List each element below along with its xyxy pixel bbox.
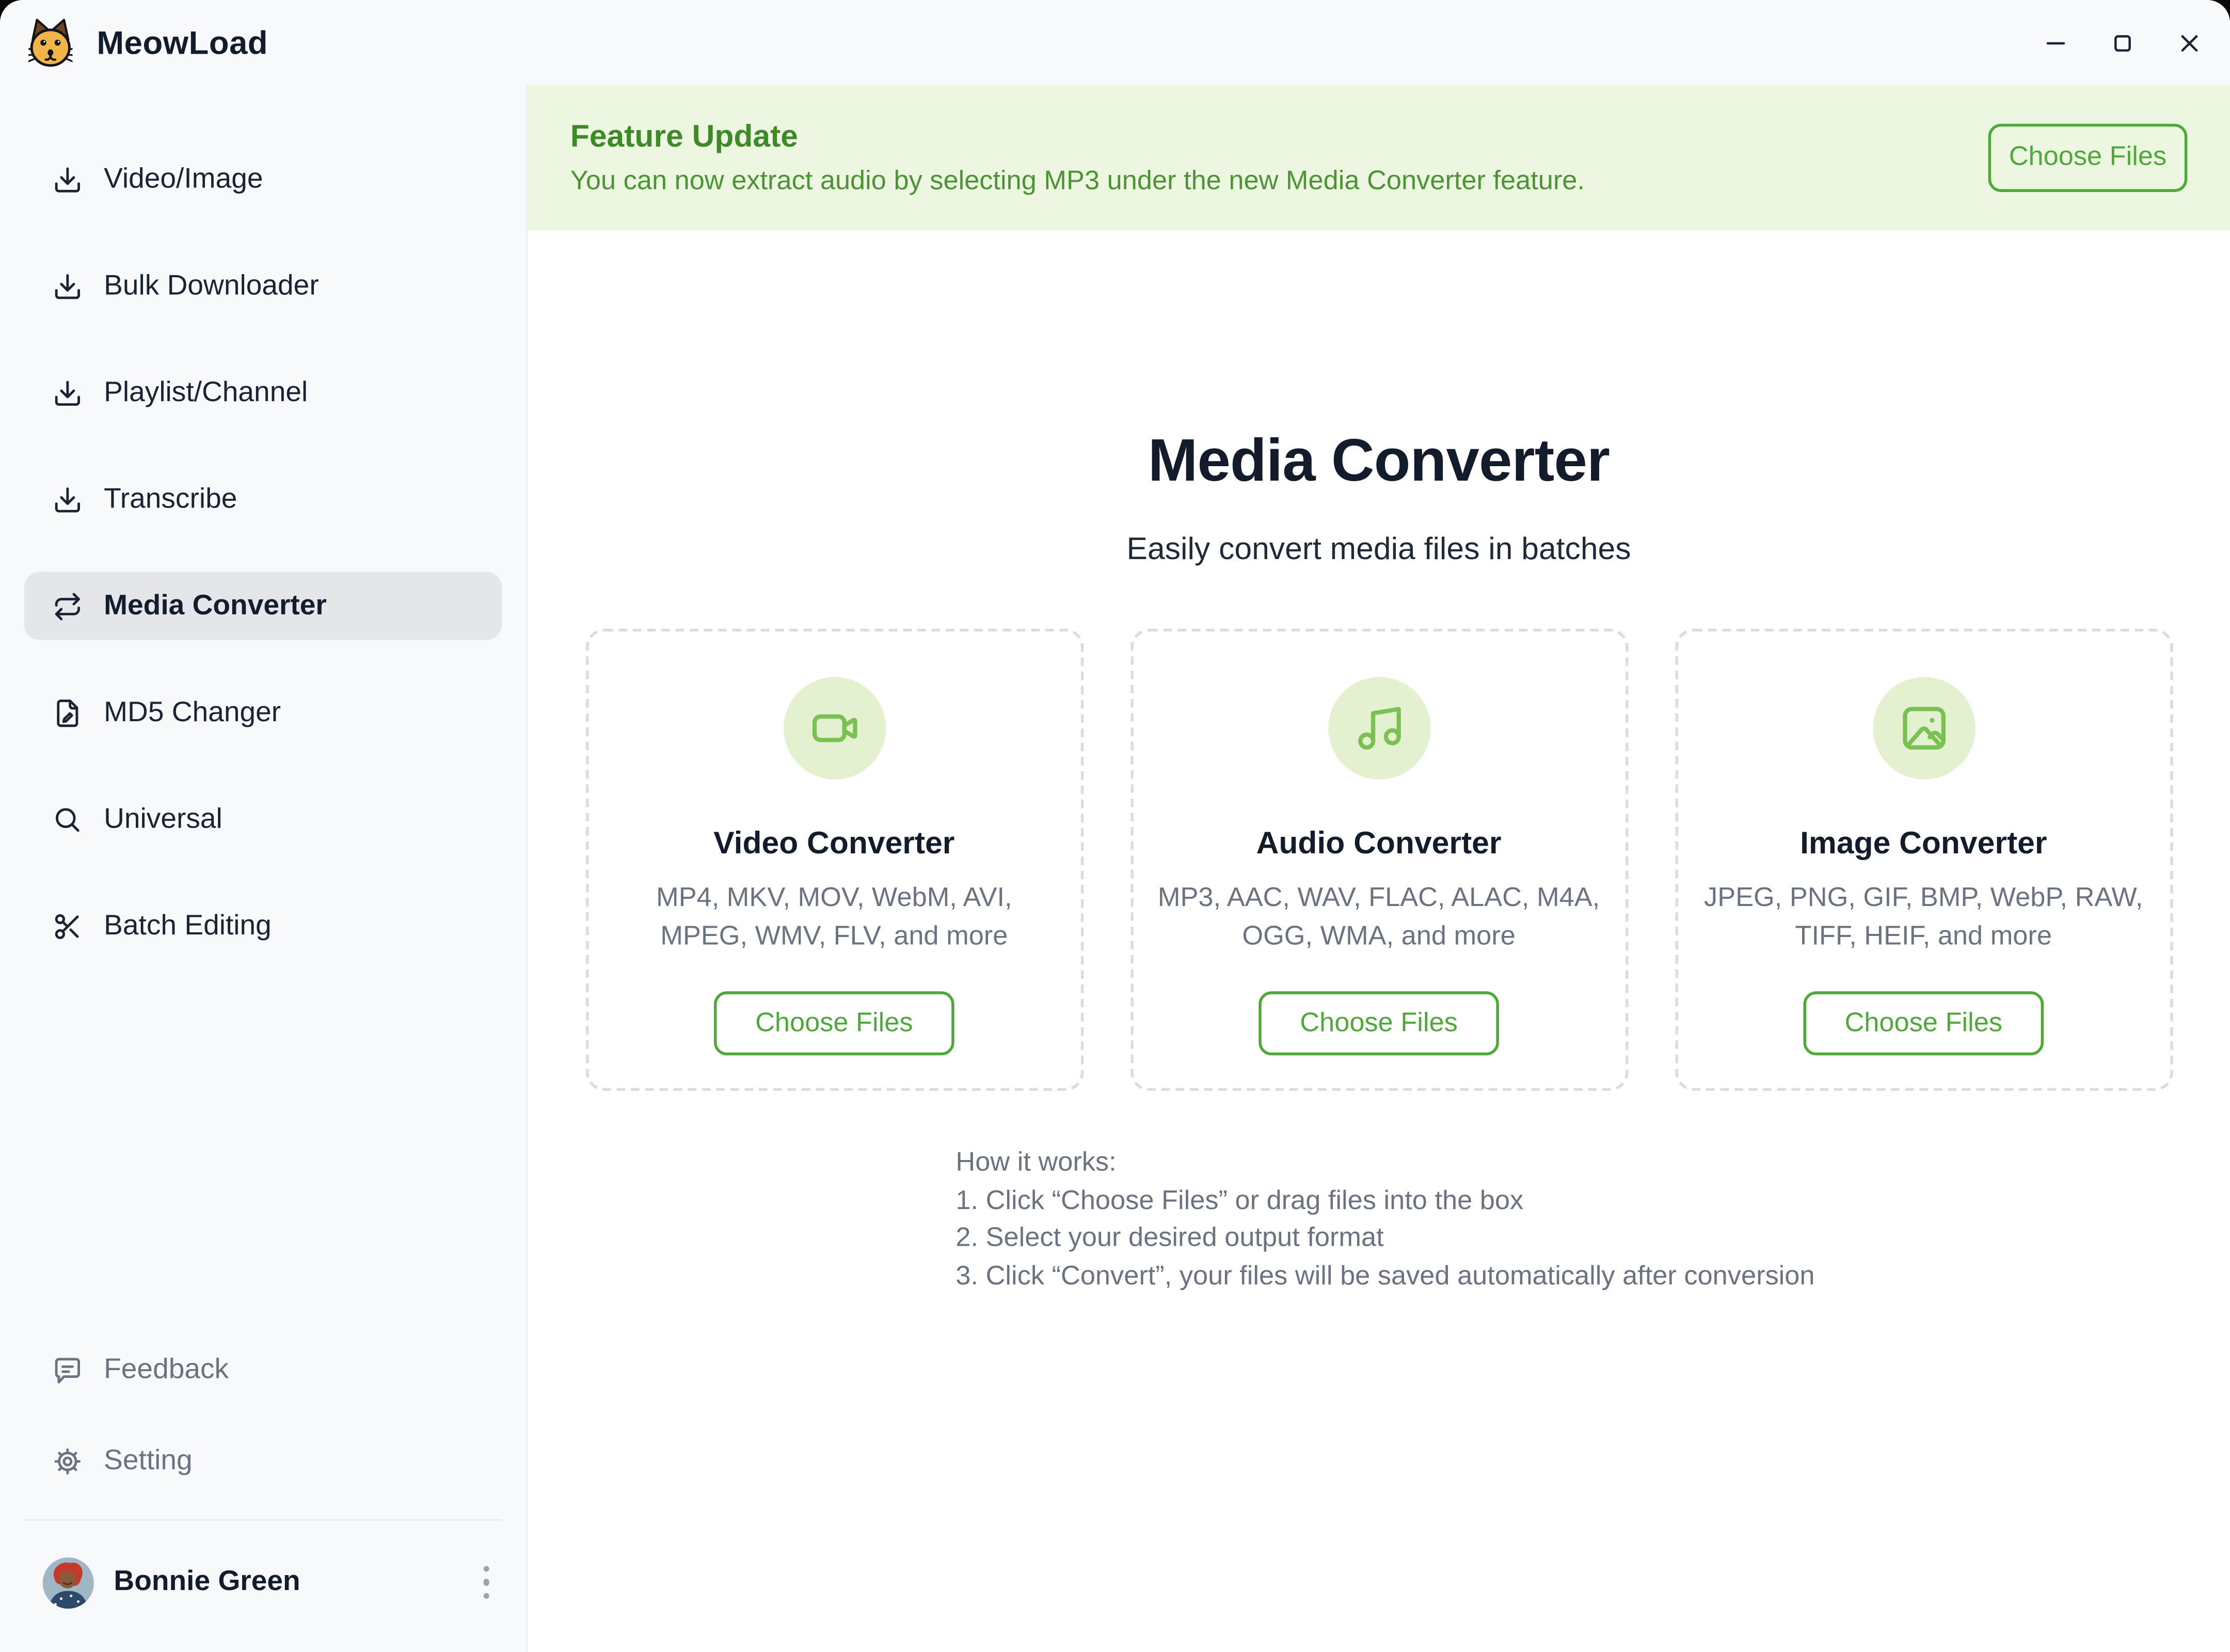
sidebar-divider (24, 1518, 502, 1520)
video-camera-icon (808, 703, 859, 754)
message-icon (53, 1356, 83, 1386)
converter-cards: Video Converter MP4, MKV, MOV, WebM, AVI… (528, 629, 2230, 1091)
sidebar-item-bulk-downloader[interactable]: Bulk Downloader (24, 252, 502, 320)
gear-icon (53, 1447, 83, 1476)
music-note-icon (1353, 703, 1404, 754)
minimize-button[interactable] (2044, 30, 2068, 55)
audio-converter-card[interactable]: Audio Converter MP3, AAC, WAV, FLAC, ALA… (1130, 629, 1628, 1091)
card-title: Video Converter (588, 825, 1080, 863)
feature-update-banner: Feature Update You can now extract audio… (528, 85, 2230, 230)
sidebar-item-batch-editing[interactable]: Batch Editing (24, 892, 502, 960)
card-formats: MP3, AAC, WAV, FLAC, ALAC, M4A, OGG, WMA… (1154, 880, 1604, 957)
banner-message: You can now extract audio by selecting M… (570, 166, 1585, 198)
media-converter-page: Media Converter Easily convert media fil… (528, 425, 2230, 1296)
user-profile[interactable]: Bonnie Green (24, 1538, 502, 1627)
sidebar-item-media-converter[interactable]: Media Converter (24, 572, 502, 640)
sidebar-item-setting[interactable]: Setting (24, 1427, 502, 1496)
how-it-works-step: 3. Click “Convert”, your files will be s… (955, 1259, 2230, 1296)
image-converter-card[interactable]: Image Converter JPEG, PNG, GIF, BMP, Web… (1675, 629, 2172, 1091)
sidebar-item-label: Universal (104, 803, 222, 835)
titlebar: MeowLoad (0, 0, 2230, 85)
user-name: Bonnie Green (114, 1566, 300, 1598)
image-icon-circle (1872, 678, 1974, 780)
repeat-icon (53, 591, 83, 621)
banner-choose-files-button[interactable]: Choose Files (1988, 124, 2188, 192)
sidebar-nav: Video/Image Bulk Downloader Playlist/Cha… (0, 85, 526, 960)
banner-text: Feature Update You can now extract audio… (570, 118, 1585, 198)
sidebar-item-transcribe[interactable]: Transcribe (24, 465, 502, 533)
how-it-works-step: 2. Select your desired output format (955, 1221, 2230, 1259)
how-it-works-step: 1. Click “Choose Files” or drag files in… (955, 1183, 2230, 1221)
page-subtitle: Easily convert media files in batches (528, 531, 2230, 568)
meowload-app: MeowLoad Video/Image (0, 0, 2230, 1652)
sidebar-item-label: Playlist/Channel (104, 376, 308, 409)
download-icon (53, 271, 83, 301)
sidebar-item-label: Bulk Downloader (104, 269, 319, 302)
video-icon-circle (783, 678, 885, 780)
how-it-works: How it works: 1. Click “Choose Files” or… (955, 1146, 2230, 1296)
sidebar-item-md5-changer[interactable]: MD5 Changer (24, 678, 502, 746)
download-icon (53, 164, 83, 194)
close-button[interactable] (2177, 30, 2202, 55)
image-icon (1898, 703, 1949, 754)
video-converter-card[interactable]: Video Converter MP4, MKV, MOV, WebM, AVI… (585, 629, 1083, 1091)
how-it-works-title: How it works: (955, 1146, 2230, 1183)
audio-choose-files-button[interactable]: Choose Files (1259, 992, 1499, 1056)
maximize-icon (2111, 30, 2135, 55)
page-title: Media Converter (528, 425, 2230, 497)
card-formats: JPEG, PNG, GIF, BMP, WebP, RAW, TIFF, HE… (1699, 880, 2148, 957)
cat-logo-icon (28, 17, 72, 71)
sidebar-item-label: Media Converter (104, 590, 327, 622)
card-title: Image Converter (1678, 825, 2170, 863)
sidebar-item-feedback[interactable]: Feedback (24, 1336, 502, 1404)
scissors-icon (53, 911, 83, 941)
sidebar-item-universal[interactable]: Universal (24, 785, 502, 853)
banner-title: Feature Update (570, 118, 1585, 155)
sidebar-item-label: Transcribe (104, 483, 237, 515)
app-window: MeowLoad Video/Image (0, 0, 2230, 1652)
audio-icon-circle (1328, 678, 1430, 780)
card-title: Audio Converter (1133, 825, 1624, 863)
window-controls (2044, 30, 2202, 55)
kebab-menu-icon[interactable] (474, 1557, 498, 1608)
sidebar-item-label: Video/Image (104, 163, 263, 195)
sidebar-item-label: Batch Editing (104, 910, 272, 942)
content-area: Feature Update You can now extract audio… (528, 85, 2230, 1652)
video-choose-files-button[interactable]: Choose Files (714, 992, 954, 1056)
maximize-button[interactable] (2111, 30, 2135, 55)
sidebar-item-label: Feedback (104, 1354, 229, 1387)
card-formats: MP4, MKV, MOV, WebM, AVI, MPEG, WMV, FLV… (610, 880, 1059, 957)
sidebar: Video/Image Bulk Downloader Playlist/Cha… (0, 85, 528, 1652)
close-icon (2177, 30, 2202, 55)
image-choose-files-button[interactable]: Choose Files (1804, 992, 2044, 1056)
avatar (43, 1556, 94, 1608)
search-icon (53, 804, 83, 834)
download-icon (53, 377, 83, 407)
file-pen-icon (53, 697, 83, 727)
download-icon (53, 484, 83, 514)
sidebar-item-label: MD5 Changer (104, 696, 281, 729)
sidebar-item-video-image[interactable]: Video/Image (24, 145, 502, 213)
sidebar-footer: Feedback Setting (0, 1336, 526, 1652)
sidebar-item-label: Setting (104, 1445, 193, 1478)
app-title: MeowLoad (97, 23, 268, 61)
minimize-icon (2044, 30, 2068, 55)
sidebar-item-playlist-channel[interactable]: Playlist/Channel (24, 358, 502, 426)
